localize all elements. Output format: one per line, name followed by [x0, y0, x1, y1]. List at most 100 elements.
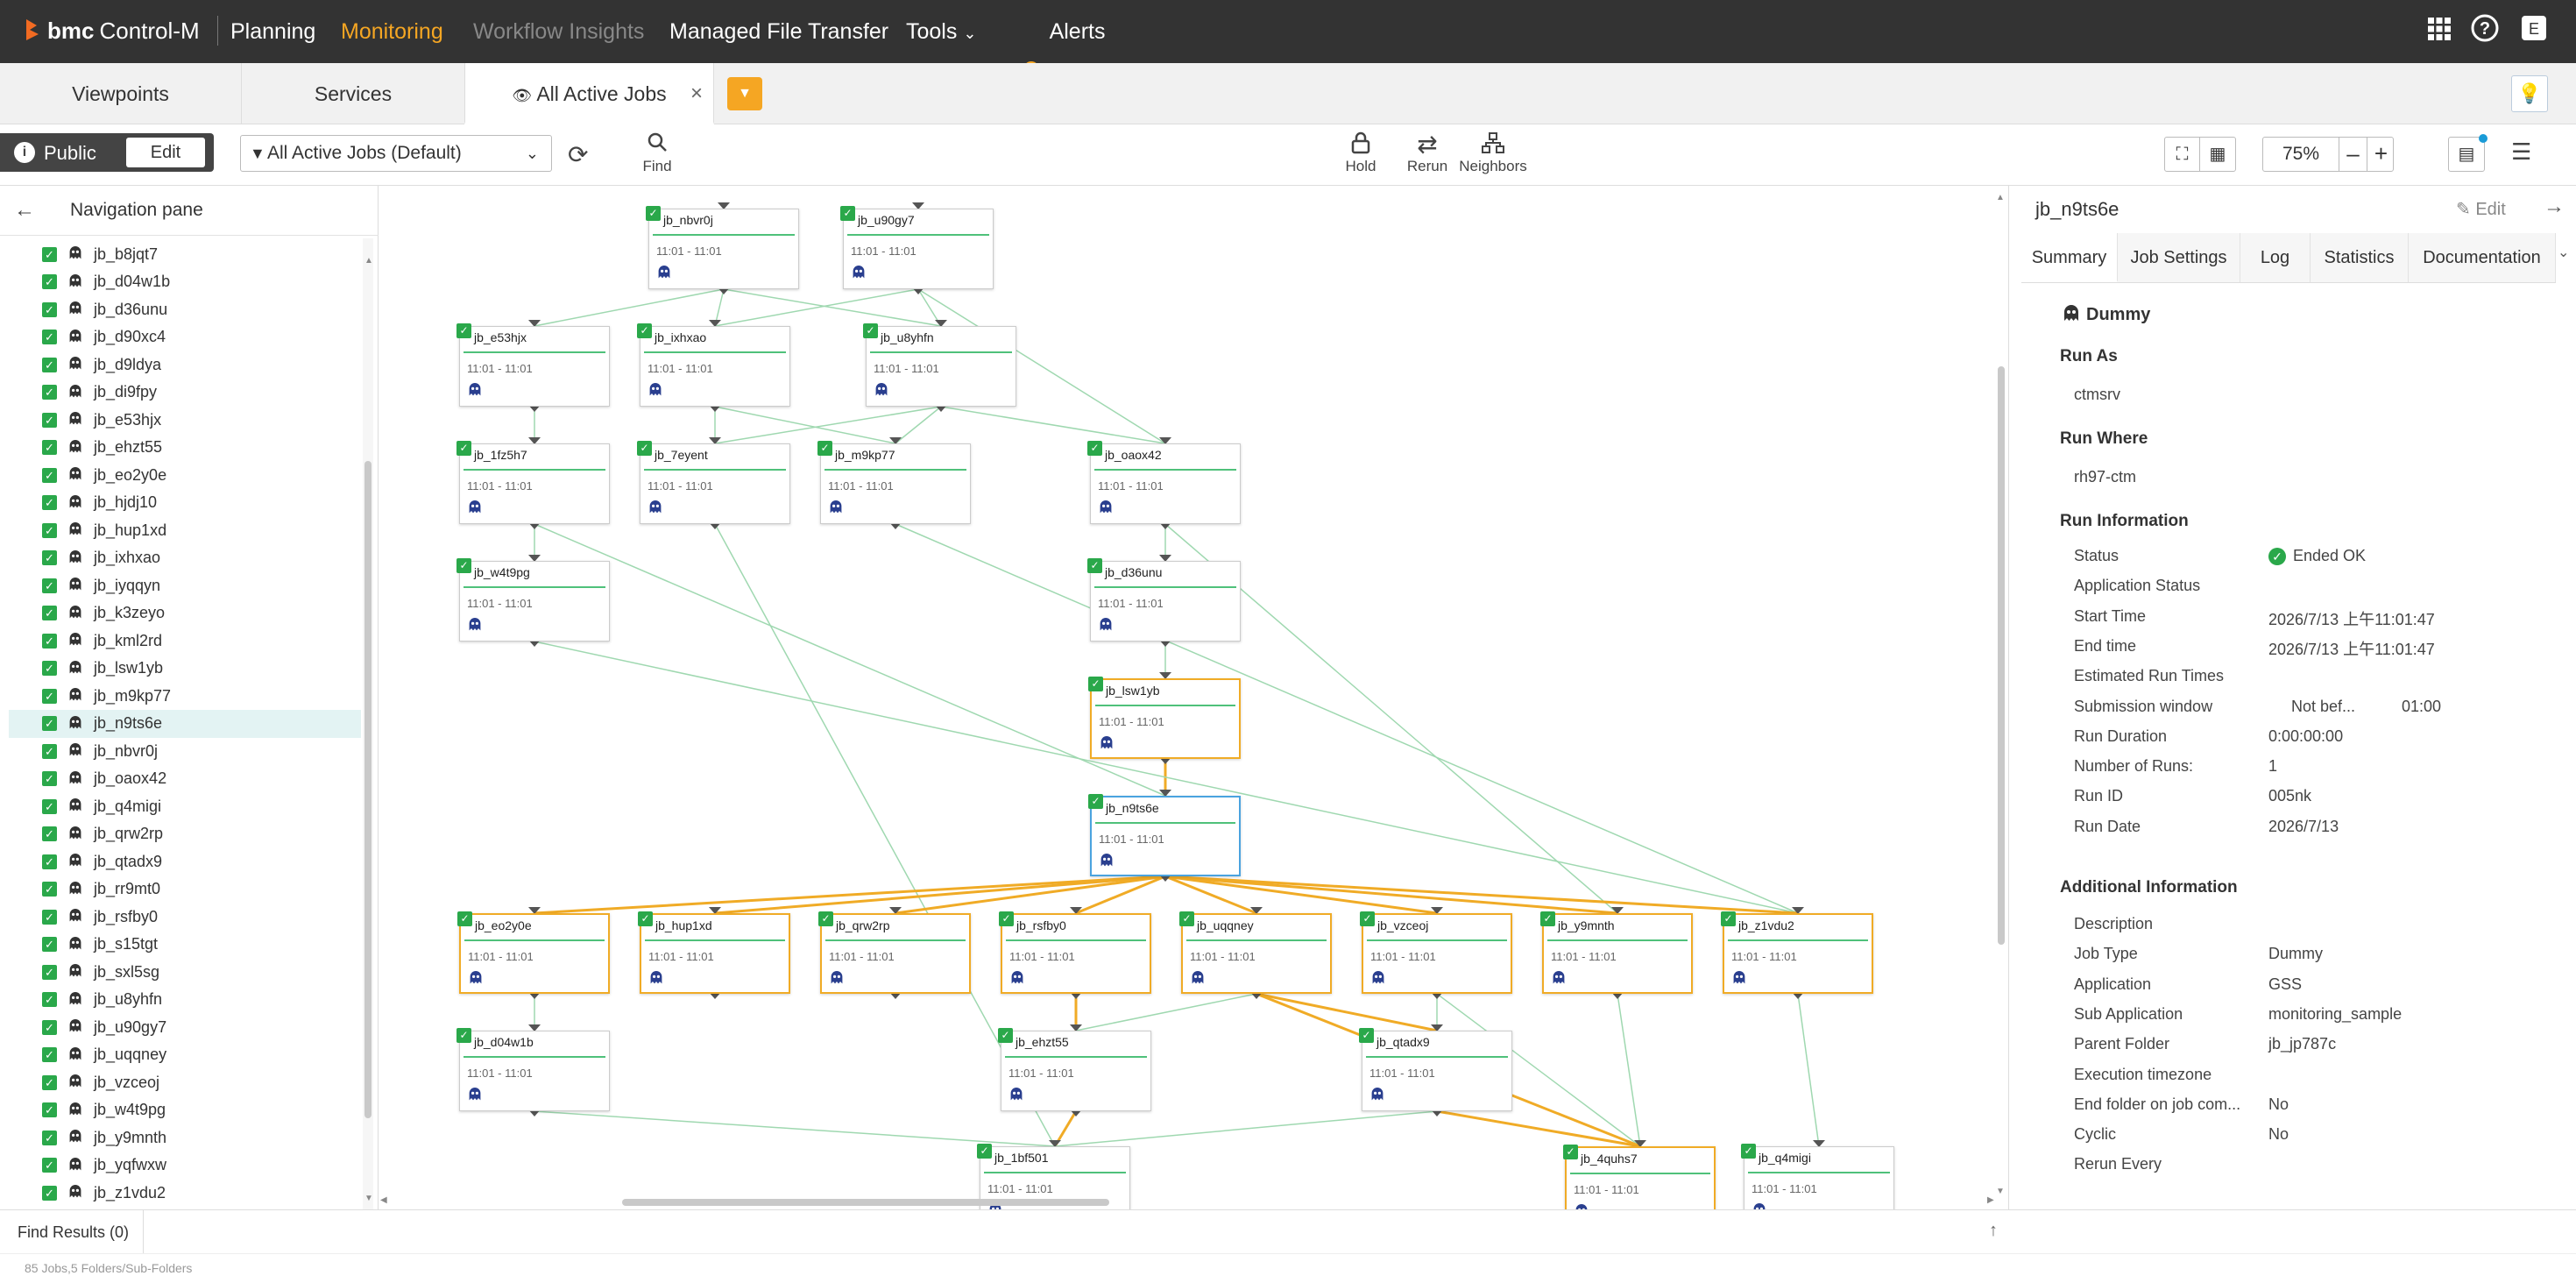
rerun-button[interactable]: ⇄ Rerun	[1405, 131, 1449, 175]
find-results-tab[interactable]: Find Results (0)	[0, 1210, 144, 1254]
brand-logo[interactable]: bmc Control-M	[23, 16, 230, 46]
job-node[interactable]: ✓ jb_d36unu 11:01 - 11:01	[1087, 558, 1241, 642]
zoom-level[interactable]: 75%	[2263, 138, 2339, 171]
checkbox-checked-icon[interactable]: ✓	[42, 716, 57, 731]
nav-tree-item[interactable]: ✓ jb_u90gy7	[42, 1013, 357, 1041]
nav-tree-item[interactable]: ✓ jb_qrw2rp	[42, 820, 357, 848]
checkbox-checked-icon[interactable]: ✓	[42, 357, 57, 372]
vertical-scroll-thumb[interactable]	[1998, 366, 2005, 945]
job-node[interactable]: ✓ jb_rsfby0 11:01 - 11:01	[999, 911, 1151, 994]
nav-tree-item[interactable]: ✓ jb_z1vdu2	[42, 1179, 357, 1207]
nav-tree-item[interactable]: ✓ jb_lsw1yb	[42, 655, 357, 683]
find-button[interactable]: Find	[640, 131, 675, 175]
job-node[interactable]: ✓ jb_ixhxao 11:01 - 11:01	[637, 323, 790, 407]
job-node[interactable]: ✓ jb_y9mnth 11:01 - 11:01	[1540, 911, 1693, 994]
checkbox-checked-icon[interactable]: ✓	[42, 909, 57, 925]
checkbox-checked-icon[interactable]: ✓	[42, 385, 57, 400]
lightbulb-icon[interactable]: 💡	[2511, 75, 2548, 112]
zoom-out-button[interactable]: –	[2339, 138, 2367, 171]
nav-tree-item[interactable]: ✓ jb_m9kp77	[42, 682, 357, 710]
job-node[interactable]: ✓ jb_u8yhfn 11:01 - 11:01	[863, 323, 1016, 407]
panel-icon[interactable]: ▤	[2448, 134, 2488, 172]
checkbox-checked-icon[interactable]: ✓	[42, 1074, 57, 1090]
nav-tree-item[interactable]: ✓ jb_sxl5sg	[42, 958, 357, 986]
job-node[interactable]: ✓ jb_w4t9pg 11:01 - 11:01	[456, 558, 610, 642]
edit-button[interactable]: Edit	[126, 138, 205, 167]
checkbox-checked-icon[interactable]: ✓	[42, 495, 57, 510]
tab-dropdown-button[interactable]: ▼	[727, 77, 762, 110]
job-node[interactable]: ✓ jb_oaox42 11:01 - 11:01	[1087, 441, 1241, 524]
nav-tree-item[interactable]: ✓ jb_di9fpy	[42, 379, 357, 407]
back-arrow-icon[interactable]: ←	[14, 198, 35, 223]
nav-planning[interactable]: Planning	[230, 0, 315, 63]
scroll-down-icon[interactable]: ▼	[364, 1194, 373, 1203]
checkbox-checked-icon[interactable]: ✓	[42, 1185, 57, 1201]
tab-summary[interactable]: Summary	[2021, 233, 2118, 282]
checkbox-checked-icon[interactable]: ✓	[42, 606, 57, 620]
user-icon[interactable]: E	[2516, 14, 2551, 49]
expand-up-icon[interactable]: ↑	[1989, 1221, 1998, 1241]
nav-tree-item[interactable]: ✓ jb_qtadx9	[42, 847, 357, 875]
nav-tree-item[interactable]: ✓ jb_yqfwxw	[42, 1152, 357, 1180]
checkbox-checked-icon[interactable]: ✓	[42, 854, 57, 869]
tab-statistics[interactable]: Statistics	[2311, 233, 2409, 282]
nav-tree-item[interactable]: ✓ jb_q4migi	[42, 792, 357, 820]
nav-tree-item[interactable]: ✓ jb_nbvr0j	[42, 737, 357, 765]
nav-tree-item[interactable]: ✓ jb_d90xc4	[42, 323, 357, 351]
checkbox-checked-icon[interactable]: ✓	[42, 412, 57, 428]
arrow-right-icon[interactable]: →	[2544, 195, 2565, 219]
job-node[interactable]: ✓ jb_qrw2rp 11:01 - 11:01	[818, 911, 971, 994]
nav-tree-item[interactable]: ✓ jb_rr9mt0	[42, 875, 357, 904]
checkbox-checked-icon[interactable]: ✓	[42, 246, 57, 262]
job-node[interactable]: ✓ jb_qtadx9 11:01 - 11:01	[1359, 1028, 1512, 1111]
nav-tree-item[interactable]: ✓ jb_hjdj10	[42, 489, 357, 517]
filter-select[interactable]: ▼ All Active Jobs (Default) ⌄	[240, 135, 552, 172]
job-node[interactable]: ✓ jb_e53hjx 11:01 - 11:01	[456, 323, 610, 407]
job-node[interactable]: ✓ jb_lsw1yb 11:01 - 11:01	[1088, 677, 1241, 759]
tab-documentation[interactable]: Documentation	[2409, 233, 2556, 282]
nav-tree-item[interactable]: ✓ jb_kml2rd	[42, 627, 357, 655]
checkbox-checked-icon[interactable]: ✓	[42, 992, 57, 1007]
nav-tree-item[interactable]: ✓ jb_rsfby0	[42, 903, 357, 931]
scroll-up-icon[interactable]: ▲	[1996, 193, 2005, 202]
checkbox-checked-icon[interactable]: ✓	[42, 964, 57, 980]
nav-tree-item[interactable]: ✓ jb_ixhxao	[42, 544, 357, 572]
checkbox-checked-icon[interactable]: ✓	[42, 798, 57, 814]
job-node[interactable]: ✓ jb_hup1xd 11:01 - 11:01	[638, 911, 790, 994]
nav-tree-item[interactable]: ✓ jb_vzceoj	[42, 1068, 357, 1096]
nav-tree-item[interactable]: ✓ jb_oaox42	[42, 765, 357, 793]
tree-scrollbar[interactable]: ▲ ▼	[363, 238, 373, 1209]
grid-icon[interactable]	[2422, 14, 2457, 49]
nav-tree-item[interactable]: ✓ jb_y9mnth	[42, 1124, 357, 1152]
job-node[interactable]: ✓ jb_7eyent 11:01 - 11:01	[637, 441, 790, 524]
nav-tools[interactable]: Tools ⌄	[906, 0, 976, 63]
nav-monitoring[interactable]: Monitoring	[341, 0, 443, 63]
job-node[interactable]: ✓ jb_uqqney 11:01 - 11:01	[1179, 911, 1332, 994]
nav-tree-item[interactable]: ✓ jb_k3zeyo	[42, 599, 357, 627]
nav-tree-item[interactable]: ✓ jb_u8yhfn	[42, 986, 357, 1014]
tab-log[interactable]: Log	[2240, 233, 2311, 282]
nav-tree-item[interactable]: ✓ jb_iyqqyn	[42, 571, 357, 599]
vertical-scrollbar[interactable]: ▲ ▼	[1996, 191, 2006, 1199]
checkbox-checked-icon[interactable]: ✓	[42, 771, 57, 786]
horizontal-scrollbar[interactable]: ◀ ▶	[379, 1195, 1996, 1208]
checkbox-checked-icon[interactable]: ✓	[42, 937, 57, 952]
checkbox-checked-icon[interactable]: ✓	[42, 522, 57, 538]
nav-tree-item[interactable]: ✓ jb_e53hjx	[42, 406, 357, 434]
nav-alerts[interactable]: 9 Alerts	[1023, 0, 1105, 77]
scroll-up-icon[interactable]: ▲	[364, 256, 373, 266]
nav-tree-item[interactable]: ✓ jb_d36unu	[42, 295, 357, 323]
nav-tree-item[interactable]: ✓ jb_b8jqt7	[42, 240, 357, 268]
help-icon[interactable]: ?	[2467, 14, 2502, 49]
checkbox-checked-icon[interactable]: ✓	[42, 688, 57, 704]
checkbox-checked-icon[interactable]: ✓	[42, 743, 57, 759]
job-node[interactable]: ✓ jb_1fz5h7 11:01 - 11:01	[456, 441, 610, 524]
chevron-down-icon[interactable]: ⌄	[2558, 244, 2569, 261]
checkbox-checked-icon[interactable]: ✓	[42, 633, 57, 649]
nav-tree-item[interactable]: ✓ jb_hup1xd	[42, 516, 357, 544]
zoom-in-button[interactable]: +	[2367, 138, 2395, 171]
scroll-down-icon[interactable]: ▼	[1996, 1187, 2005, 1196]
checkbox-checked-icon[interactable]: ✓	[42, 330, 57, 344]
job-node[interactable]: ✓ jb_eo2y0e 11:01 - 11:01	[457, 911, 610, 994]
job-node[interactable]: ✓ jb_ehzt55 11:01 - 11:01	[998, 1028, 1151, 1111]
